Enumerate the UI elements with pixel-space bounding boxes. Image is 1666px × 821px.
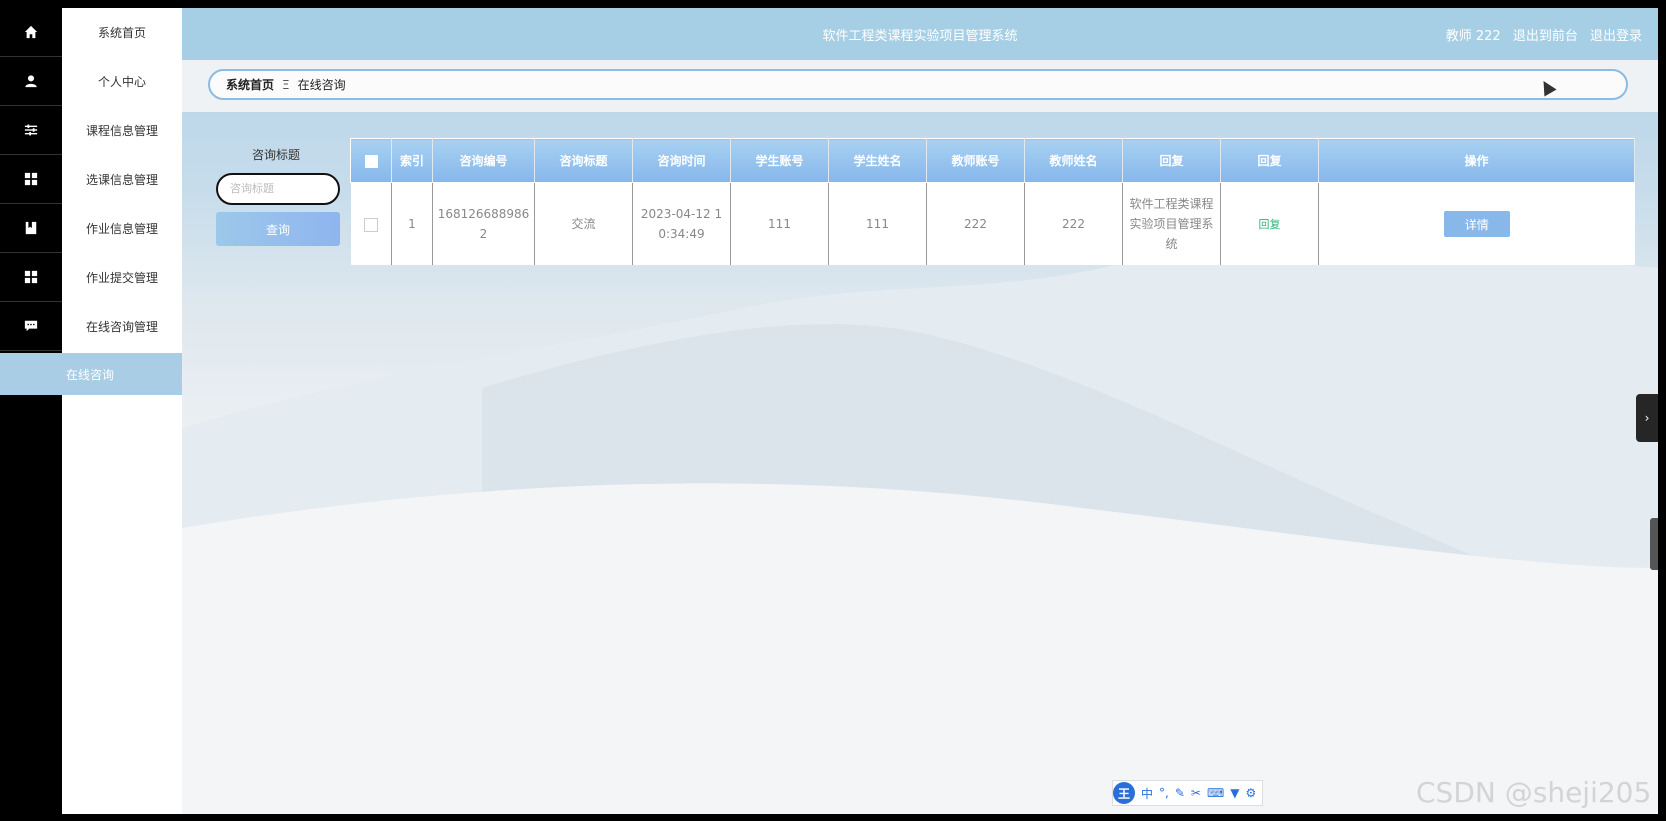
ime-pen-icon[interactable]: ✎ <box>1175 786 1185 800</box>
cell-student-account: 111 <box>730 182 829 265</box>
current-user: 教师 222 <box>1445 29 1501 44</box>
ime-scissors-icon[interactable]: ✂ <box>1191 786 1201 800</box>
user-menu: 教师 222 退出到前台 退出登录 <box>1438 25 1642 44</box>
side-handle[interactable] <box>1650 518 1658 570</box>
sidebar-item-consult[interactable]: 在线咨询管理 <box>62 302 182 351</box>
column-header: 学生账号 <box>730 138 829 183</box>
logout-link[interactable]: 退出登录 <box>1590 29 1642 44</box>
ime-keyboard-icon[interactable]: ⌨ <box>1207 786 1224 800</box>
snow-background <box>182 242 1658 814</box>
column-header: 索引 <box>391 138 433 183</box>
search-label: 咨询标题 <box>252 148 301 162</box>
breadcrumb-bar: 系统首页 Ξ 在线咨询 <box>182 60 1658 112</box>
sidebar-item-profile[interactable]: 个人中心 <box>62 57 182 106</box>
sidebar-item-homework-info[interactable]: 作业信息管理 <box>62 204 182 253</box>
sidebar-item-homework-submit[interactable]: 作业提交管理 <box>62 253 182 302</box>
column-header: 咨询标题 <box>534 138 633 183</box>
top-bar: 软件工程类课程实验项目管理系统 教师 222 退出到前台 退出登录 <box>182 8 1658 60</box>
search-input[interactable] <box>216 173 340 205</box>
column-header: 学生姓名 <box>828 138 927 183</box>
consult-table: 索引 咨询编号 咨询标题 咨询时间 学生账号 学生姓名 教师账号 教师姓名 回复… <box>350 138 1635 265</box>
main-content: 软件工程类课程实验项目管理系统 教师 222 退出到前台 退出登录 系统首页 Ξ… <box>182 8 1658 814</box>
cell-consult-no: 1681266889862 <box>432 182 535 265</box>
user-icon[interactable] <box>0 57 62 106</box>
ime-logo-icon[interactable]: 王 <box>1113 782 1135 804</box>
cell-time: 2023-04-12 10:34:49 <box>632 182 731 265</box>
column-header: 回复 <box>1122 138 1221 183</box>
sidebar-item-course-info[interactable]: 课程信息管理 <box>62 106 182 155</box>
chevron-right-icon[interactable]: › <box>1636 394 1658 442</box>
table-header-row: 索引 咨询编号 咨询标题 咨询时间 学生账号 学生姓名 教师账号 教师姓名 回复… <box>350 138 1635 183</box>
system-title: 软件工程类课程实验项目管理系统 <box>822 29 1018 44</box>
sidebar-item-course-selection[interactable]: 选课信息管理 <box>62 155 182 204</box>
column-header: 操作 <box>1318 138 1635 183</box>
column-header: 回复 <box>1220 138 1319 183</box>
breadcrumb-separator: Ξ <box>282 77 290 92</box>
ime-settings-icon[interactable]: ⚙ <box>1246 786 1257 800</box>
ime-skin-icon[interactable]: ▼ <box>1230 786 1239 800</box>
grid-icon[interactable] <box>0 155 62 204</box>
chat-icon[interactable] <box>0 302 62 351</box>
sliders-icon[interactable] <box>0 106 62 155</box>
ime-toolbar: 王 中 °, ✎ ✂ ⌨ ▼ ⚙ <box>1112 780 1264 806</box>
reply-link[interactable]: 回复 <box>1259 218 1281 231</box>
ime-punctuation-icon[interactable]: °, <box>1159 786 1169 800</box>
csdn-watermark: CSDN @sheji205 <box>1416 776 1652 809</box>
column-header: 教师姓名 <box>1024 138 1123 183</box>
column-header: 教师账号 <box>926 138 1025 183</box>
cell-operations: 详情 <box>1318 182 1635 265</box>
sidebar-subitem-online-consult[interactable]: 在线咨询 <box>0 353 182 395</box>
breadcrumb-home[interactable]: 系统首页 <box>226 76 274 93</box>
sidebar-item-home[interactable]: 系统首页 <box>62 8 182 57</box>
cell-reply: 软件工程类课程实验项目管理系统 <box>1122 182 1221 265</box>
icon-rail <box>0 8 62 814</box>
cell-student-name: 111 <box>828 182 927 265</box>
row-checkbox[interactable] <box>350 182 392 265</box>
breadcrumb-current: 在线咨询 <box>297 78 346 92</box>
app-window: 系统首页 个人中心 课程信息管理 选课信息管理 作业信息管理 作业提交管理 在线… <box>0 8 1658 814</box>
column-header: 咨询时间 <box>632 138 731 183</box>
column-header: 咨询编号 <box>432 138 535 183</box>
cell-reply-action: 回复 <box>1220 182 1319 265</box>
breadcrumb: 系统首页 Ξ 在线咨询 <box>208 69 1628 100</box>
exit-to-front-link[interactable]: 退出到前台 <box>1513 29 1578 44</box>
detail-button[interactable]: 详情 <box>1443 211 1510 237</box>
select-all-checkbox[interactable] <box>350 138 392 183</box>
sidebar-menu: 系统首页 个人中心 课程信息管理 选课信息管理 作业信息管理 作业提交管理 在线… <box>62 8 182 814</box>
book-icon[interactable] <box>0 204 62 253</box>
ime-mode-toggle[interactable]: 中 <box>1141 785 1153 802</box>
cell-teacher-account: 222 <box>926 182 1025 265</box>
grid-icon[interactable] <box>0 253 62 302</box>
cell-teacher-name: 222 <box>1024 182 1123 265</box>
search-button[interactable]: 查询 <box>216 212 340 246</box>
home-icon[interactable] <box>0 8 62 57</box>
cell-index: 1 <box>391 182 433 265</box>
cell-title: 交流 <box>534 182 633 265</box>
table-row: 1 1681266889862 交流 2023-04-12 10:34:49 1… <box>350 182 1635 265</box>
